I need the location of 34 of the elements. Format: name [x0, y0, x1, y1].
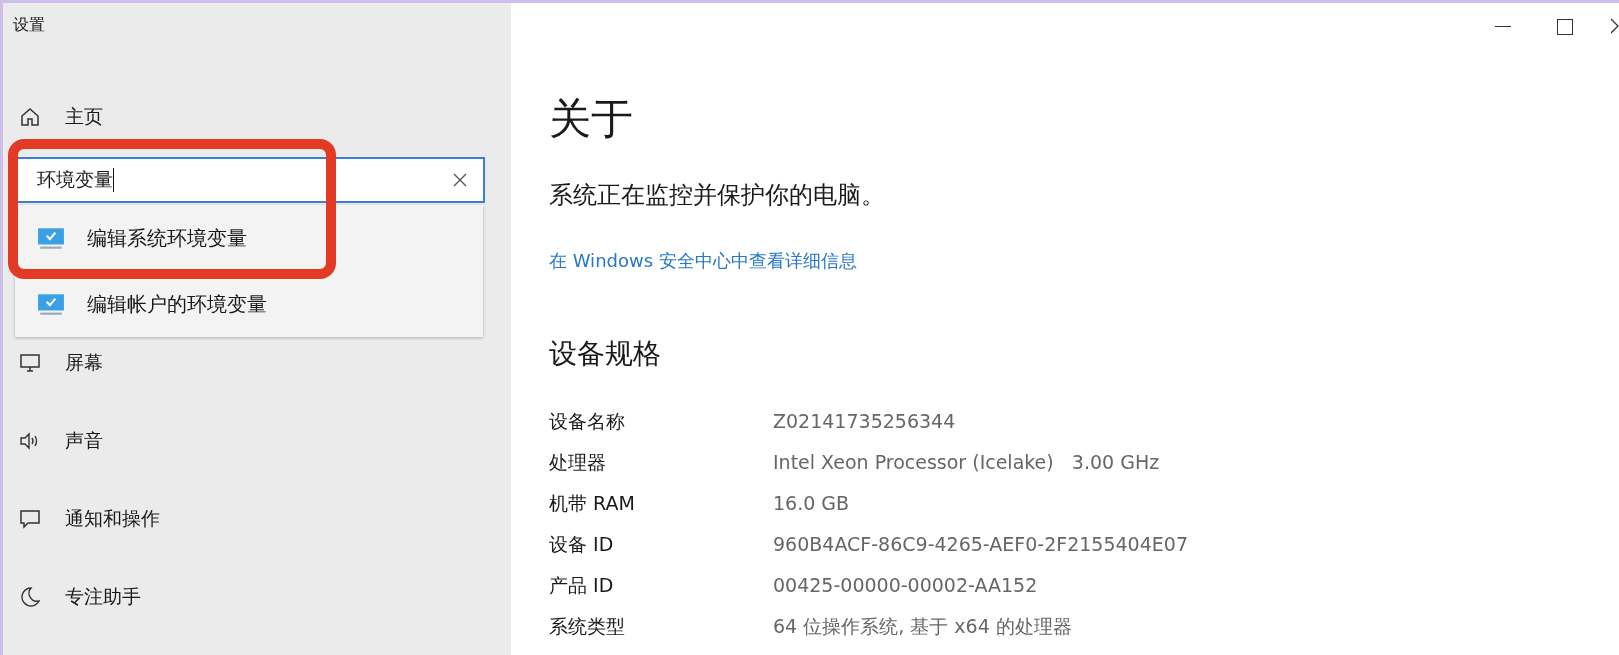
monitor-icon	[37, 292, 65, 316]
spec-value: 16.0 GB	[773, 491, 850, 516]
window-title: 设置	[13, 15, 45, 36]
status-text: 系统正在监控并保护你的电脑。	[549, 180, 885, 211]
page-title: 关于	[549, 93, 633, 145]
close-icon[interactable]	[453, 173, 467, 187]
spec-label: 设备名称	[549, 409, 625, 434]
spec-value: 960B4ACF-86C9-4265-AEF0-2F2155404E07	[773, 532, 1188, 557]
nav-item[interactable]: 声音	[3, 421, 113, 461]
nav-item[interactable]: 主页	[3, 97, 113, 137]
details-link[interactable]: 在 Windows 安全中心中查看详细信息	[549, 249, 857, 273]
spec-value: 00425-00000-00002-AA152	[773, 573, 1038, 598]
moon-icon	[19, 586, 41, 608]
nav-item[interactable]: 通知和操作	[3, 499, 170, 539]
search-field[interactable]: 环境变量	[15, 157, 485, 203]
close-icon[interactable]	[1611, 18, 1619, 34]
spec-label: 机带 RAM	[549, 491, 635, 516]
spec-value: 64 位操作系统, 基于 x64 的处理器	[773, 614, 1072, 639]
nav-item[interactable]: 屏幕	[3, 343, 113, 383]
text-cursor	[113, 168, 114, 192]
monitor-icon	[37, 226, 65, 250]
speech-bubble-icon	[19, 508, 41, 530]
spec-label: 系统类型	[549, 614, 625, 639]
spec-label: 设备 ID	[549, 532, 614, 557]
spec-value: Z02141735256344	[773, 409, 956, 434]
suggestion-item[interactable]: 编辑系统环境变量	[15, 205, 483, 271]
spec-label: 产品 ID	[549, 573, 614, 598]
section-heading: 设备规格	[549, 336, 661, 372]
nav-item[interactable]: 专注助手	[3, 577, 151, 617]
spec-value: Intel Xeon Processor (Icelake) 3.00 GHz	[773, 450, 1160, 475]
suggestion-item[interactable]: 编辑帐户的环境变量	[15, 271, 483, 337]
home-icon	[19, 106, 41, 128]
spec-label: 处理器	[549, 450, 606, 475]
monitor-icon	[19, 352, 41, 374]
